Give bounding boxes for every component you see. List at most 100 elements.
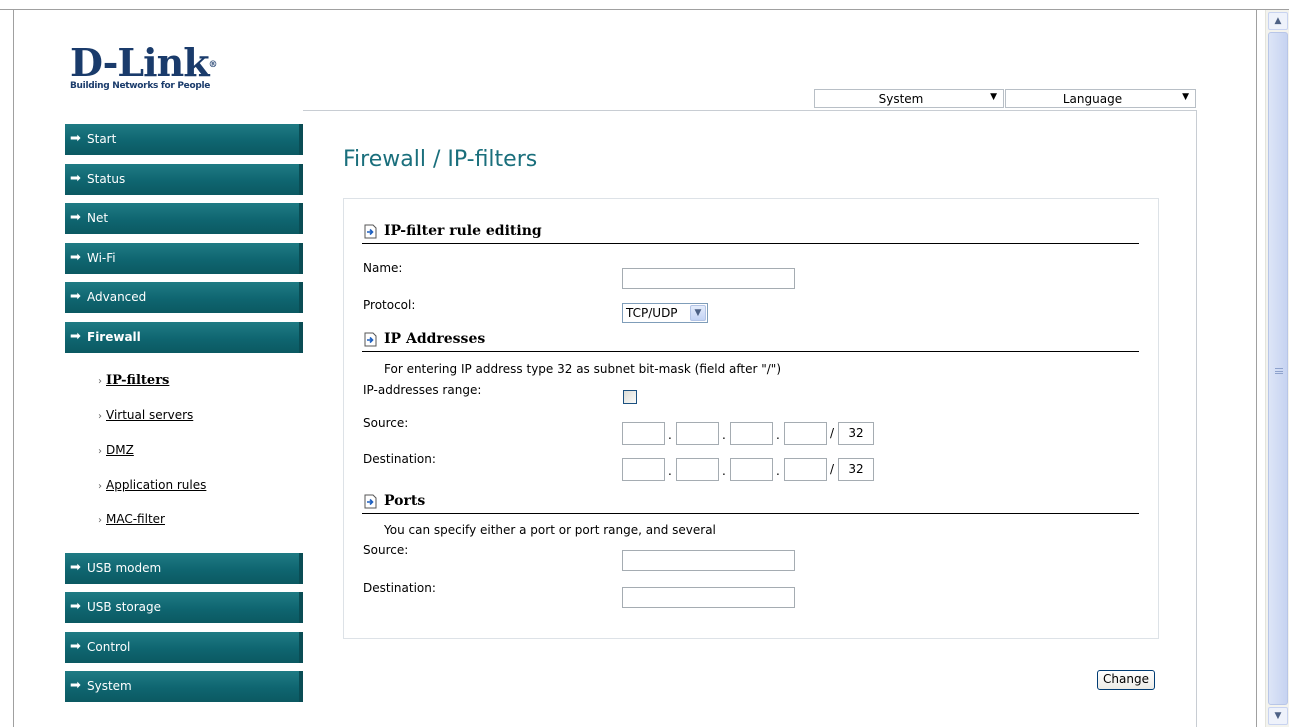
sidebar-item-start[interactable]: ➡ Start: [65, 124, 303, 155]
protocol-selected-value: TCP/UDP: [626, 306, 678, 320]
section-header-rule-editing: IP-filter rule editing: [362, 222, 1139, 244]
arrow-right-icon: ➡: [70, 560, 81, 575]
ip-dot: .: [776, 428, 780, 442]
ip-dot: .: [722, 464, 726, 478]
destination-ip-label: Destination:: [363, 452, 436, 466]
logo-tagline: Building Networks for People: [70, 81, 211, 91]
source-port-input[interactable]: [622, 550, 795, 571]
destination-ip-octet-2[interactable]: [676, 458, 719, 481]
vertical-scrollbar[interactable]: ▲ ▼: [1265, 10, 1289, 727]
arrow-right-icon: ➡: [70, 599, 81, 614]
sidebar-item-label: Firewall: [87, 330, 141, 344]
nav-item-shade: [299, 164, 303, 195]
nav-item-shade: [299, 203, 303, 234]
sidebar-item-control[interactable]: ➡ Control: [65, 632, 303, 663]
arrow-right-icon: ➡: [70, 250, 81, 265]
subnav-item-ip-filters[interactable]: › IP-filters: [98, 373, 169, 388]
ip-dot: .: [776, 464, 780, 478]
bullet-icon: ›: [98, 376, 102, 387]
ip-range-checkbox[interactable]: [623, 390, 637, 404]
protocol-label: Protocol:: [363, 298, 416, 312]
form-box: [343, 198, 1159, 639]
nav-item-shade: [299, 592, 303, 623]
sidebar-item-label: USB modem: [87, 561, 162, 575]
source-ip-mask-input[interactable]: 32: [838, 422, 874, 445]
sidebar-item-usb-storage[interactable]: ➡ USB storage: [65, 592, 303, 623]
nav-item-shade: [299, 553, 303, 584]
sidebar-item-label: Control: [87, 640, 131, 654]
subnav-item-mac-filter[interactable]: › MAC-filter: [98, 512, 165, 526]
language-menu-dropdown[interactable]: Language ▼: [1005, 89, 1196, 108]
sidebar-item-usb-modem[interactable]: ➡ USB modem: [65, 553, 303, 584]
source-ip-octet-1[interactable]: [622, 422, 665, 445]
destination-port-input[interactable]: [622, 587, 795, 608]
change-button[interactable]: Change: [1097, 670, 1155, 690]
scrollbar-thumb[interactable]: [1268, 32, 1288, 705]
subnav-item-label: Application rules: [106, 478, 207, 492]
arrow-right-icon: ➡: [70, 678, 81, 693]
subnav-item-application-rules[interactable]: › Application rules: [98, 478, 206, 492]
nav-item-shade: [299, 243, 303, 274]
bullet-icon: ›: [98, 446, 102, 457]
arrow-right-icon: ➡: [70, 289, 81, 304]
sidebar-item-wifi[interactable]: ➡ Wi-Fi: [65, 243, 303, 274]
source-ip-octet-2[interactable]: [676, 422, 719, 445]
bullet-icon: ›: [98, 411, 102, 422]
sidebar-item-label: Status: [87, 172, 126, 186]
source-ip-octet-4[interactable]: [784, 422, 827, 445]
document-arrow-icon: [364, 224, 377, 239]
window-frame-right: [1256, 10, 1265, 727]
arrow-right-icon: ➡: [70, 131, 81, 146]
sidebar-item-label: Wi-Fi: [87, 251, 116, 265]
subnav-item-label: MAC-filter: [106, 512, 165, 526]
subnav-item-label: DMZ: [106, 443, 134, 457]
sidebar-item-firewall[interactable]: ➡ Firewall: [65, 322, 303, 353]
sidebar-item-advanced[interactable]: ➡ Advanced: [65, 282, 303, 313]
destination-ip-octet-3[interactable]: [730, 458, 773, 481]
subnav-item-virtual-servers[interactable]: › Virtual servers: [98, 408, 193, 422]
window-frame-left: [0, 10, 14, 727]
section-title: IP-filter rule editing: [384, 223, 542, 239]
subnav-item-dmz[interactable]: › DMZ: [98, 443, 134, 457]
destination-ip-octet-4[interactable]: [784, 458, 827, 481]
rule-name-input[interactable]: [622, 268, 795, 289]
chevron-down-icon: ▼: [990, 92, 997, 102]
ports-hint-text: You can specify either a port or port ra…: [384, 523, 716, 537]
arrow-right-icon: ➡: [70, 329, 81, 344]
ip-dot: .: [722, 428, 726, 442]
subnav-item-label: Virtual servers: [106, 408, 194, 422]
ip-slash: /: [830, 462, 835, 476]
chevron-down-icon[interactable]: ▼: [690, 305, 706, 321]
bullet-icon: ›: [98, 515, 102, 526]
section-title: IP Addresses: [384, 331, 486, 347]
language-menu-label: Language: [1062, 92, 1123, 106]
document-arrow-icon: [364, 494, 377, 509]
protocol-select[interactable]: TCP/UDP ▼: [622, 303, 708, 323]
sidebar-item-label: Advanced: [87, 290, 147, 304]
logo-registered-mark: ®: [208, 60, 218, 70]
sidebar-item-status[interactable]: ➡ Status: [65, 164, 303, 195]
bullet-icon: ›: [98, 481, 102, 492]
destination-ip-octet-1[interactable]: [622, 458, 665, 481]
sidebar-item-label: USB storage: [87, 600, 162, 614]
system-menu-dropdown[interactable]: System ▼: [814, 89, 1004, 108]
sidebar-item-label: Start: [87, 132, 117, 146]
ip-dot: .: [668, 428, 672, 442]
section-header-ports: Ports: [362, 492, 1139, 514]
page-title: Firewall / IP-filters: [343, 147, 538, 172]
scroll-up-button[interactable]: ▲: [1268, 12, 1288, 30]
ip-range-label: IP-addresses range:: [363, 383, 482, 397]
scroll-down-button[interactable]: ▼: [1268, 707, 1288, 725]
source-ip-octet-3[interactable]: [730, 422, 773, 445]
arrow-right-icon: ➡: [70, 210, 81, 225]
section-header-ip-addresses: IP Addresses: [362, 330, 1139, 352]
source-port-label: Source:: [363, 543, 409, 557]
logo-brand: D-Link: [70, 40, 210, 85]
sidebar-item-net[interactable]: ➡ Net: [65, 203, 303, 234]
ip-hint-text: For entering IP address type 32 as subne…: [384, 362, 782, 376]
arrow-right-icon: ➡: [70, 639, 81, 654]
destination-ip-mask-input[interactable]: 32: [838, 458, 874, 481]
window-frame-top: [0, 0, 1289, 10]
sidebar-item-system[interactable]: ➡ System: [65, 671, 303, 702]
destination-port-label: Destination:: [363, 581, 436, 595]
